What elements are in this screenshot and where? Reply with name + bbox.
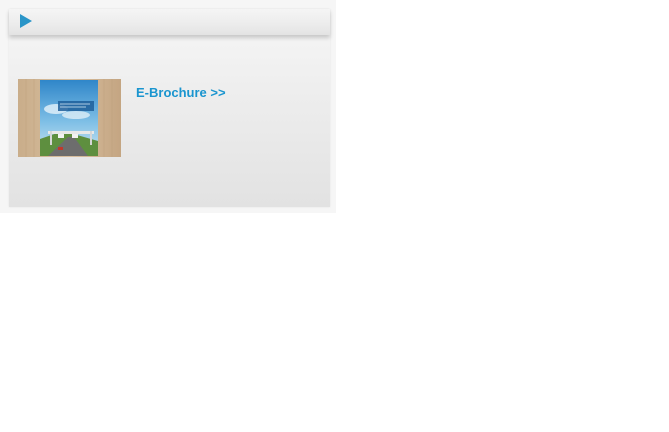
play-arrow-icon[interactable] xyxy=(19,13,33,29)
brochure-thumbnail[interactable] xyxy=(18,79,121,157)
widget-frame: E-Brochure >> xyxy=(0,0,336,213)
brochure-panel: E-Brochure >> xyxy=(9,9,330,207)
panel-header xyxy=(9,9,330,35)
e-brochure-link[interactable]: E-Brochure >> xyxy=(136,85,226,100)
